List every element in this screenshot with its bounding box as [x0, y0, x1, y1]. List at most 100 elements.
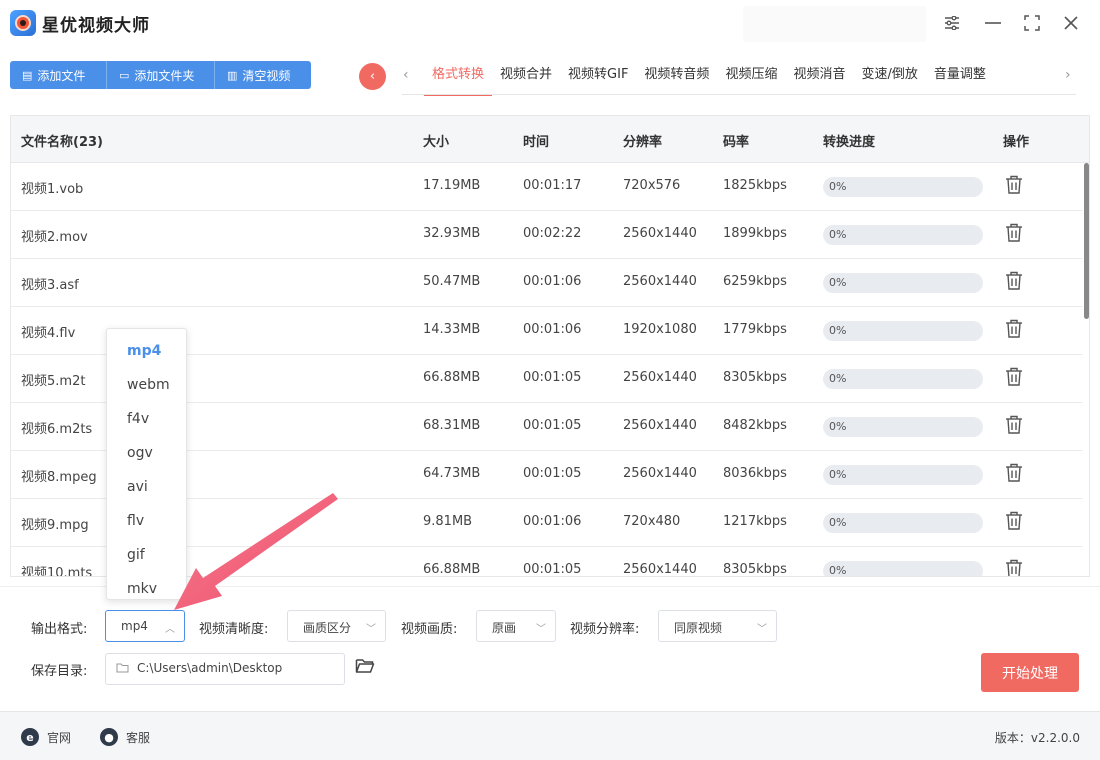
output-format-select[interactable]: mp4 ︿: [105, 610, 185, 642]
cell-resolution: 2560x1440: [623, 370, 697, 385]
tabs-scroll-left-icon[interactable]: ‹: [403, 67, 409, 83]
cell-resolution: 720x480: [623, 514, 681, 529]
format-option-flv[interactable]: flv: [127, 513, 144, 529]
tab-video-mute[interactable]: 视频消音: [785, 58, 853, 96]
progress-text: 0%: [829, 324, 847, 337]
cell-size: 64.73MB: [423, 466, 481, 481]
format-option-mp4[interactable]: mp4: [127, 343, 161, 359]
settings-sliders-icon[interactable]: [939, 10, 965, 36]
delete-trash-icon[interactable]: [1005, 463, 1023, 483]
cell-bitrate: 1779kbps: [723, 322, 787, 337]
cell-file-name: 视频6.m2ts: [21, 422, 93, 437]
cell-resolution: 2560x1440: [623, 562, 697, 577]
delete-trash-icon[interactable]: [1005, 175, 1023, 195]
tab-video-merge[interactable]: 视频合并: [492, 58, 560, 96]
output-format-value: mp4: [121, 619, 148, 633]
clarity-select[interactable]: 画质区分 ﹀: [287, 610, 386, 642]
tab-volume-adjust[interactable]: 音量调整: [926, 58, 994, 96]
delete-trash-icon[interactable]: [1005, 319, 1023, 339]
cell-time: 00:01:06: [523, 322, 582, 337]
cell-resolution: 2560x1440: [623, 226, 697, 241]
tab-format-convert[interactable]: 格式转换: [424, 58, 493, 96]
format-option-f4v[interactable]: f4v: [127, 411, 149, 427]
output-settings-panel: [0, 586, 1100, 710]
col-actions: 操作: [1003, 135, 1030, 150]
progress-text: 0%: [829, 372, 847, 385]
cell-time: 00:01:06: [523, 274, 582, 289]
tab-video-compress[interactable]: 视频压缩: [717, 58, 785, 96]
cell-resolution: 2560x1440: [623, 466, 697, 481]
back-button[interactable]: ‹: [359, 63, 386, 90]
start-processing-button[interactable]: 开始处理: [981, 653, 1079, 692]
delete-trash-icon[interactable]: [1005, 223, 1023, 243]
cell-file-name: 视频9.mpg: [21, 518, 89, 533]
cell-time: 00:01:05: [523, 562, 582, 577]
website-link[interactable]: e 官网: [21, 728, 71, 746]
cell-time: 00:01:06: [523, 514, 582, 529]
progress-bar: 0%: [823, 177, 983, 197]
format-option-avi[interactable]: avi: [127, 479, 148, 495]
format-option-gif[interactable]: gif: [127, 547, 145, 563]
table-row[interactable]: 视频2.mov 32.93MB 00:02:22 2560x1440 1899kbps 0…: [11, 211, 1083, 259]
title-bar: 星优视频大师: [0, 0, 1100, 48]
table-scrollbar[interactable]: [1084, 163, 1089, 576]
maximize-icon[interactable]: [1019, 10, 1045, 36]
progress-bar: 0%: [823, 561, 983, 576]
progress-bar: 0%: [823, 273, 983, 293]
save-dir-label: 保存目录:: [31, 664, 88, 679]
resolution-select[interactable]: 同原视频 ﹀: [658, 610, 777, 642]
cell-file-name: 视频3.asf: [21, 278, 79, 293]
tab-video-to-audio[interactable]: 视频转音频: [636, 58, 717, 96]
tab-speed-reverse[interactable]: 变速/倒放: [853, 58, 925, 96]
add-file-label: 添加文件: [37, 68, 86, 83]
cell-file-name: 视频8.mpeg: [21, 470, 97, 485]
tool-tabs: 格式转换 视频合并 视频转GIF 视频转音频 视频压缩 视频消音 变速/倒放 音…: [424, 58, 994, 96]
clear-videos-label: 清空视频: [242, 68, 291, 83]
add-folder-button[interactable]: ▭ 添加文件夹: [107, 61, 215, 89]
format-option-mkv[interactable]: mkv: [127, 581, 157, 597]
close-icon[interactable]: [1058, 10, 1084, 36]
cell-resolution: 2560x1440: [623, 274, 697, 289]
add-file-button[interactable]: ▤ 添加文件: [10, 61, 107, 89]
delete-trash-icon[interactable]: [1005, 559, 1023, 577]
cell-file-name: 视频2.mov: [21, 230, 88, 245]
footer-bar: e 官网 ● 客服 版本：v2.2.0.0: [0, 711, 1100, 760]
quality-select[interactable]: 原画 ﹀: [476, 610, 556, 642]
scrollbar-thumb[interactable]: [1084, 163, 1089, 319]
cell-size: 68.31MB: [423, 418, 481, 433]
support-link[interactable]: ● 客服: [100, 728, 150, 746]
format-option-webm[interactable]: webm: [127, 377, 170, 393]
delete-trash-icon[interactable]: [1005, 367, 1023, 387]
folder-outline-icon: [116, 663, 129, 673]
clear-videos-button[interactable]: ▥ 清空视频: [215, 61, 311, 89]
col-size: 大小: [423, 135, 450, 150]
cell-time: 00:01:05: [523, 370, 582, 385]
folder-icon: ▭: [119, 68, 130, 82]
delete-trash-icon[interactable]: [1005, 511, 1023, 531]
chevron-down-icon: ﹀: [366, 624, 376, 635]
website-label: 官网: [47, 730, 72, 745]
table-row[interactable]: 视频3.asf 50.47MB 00:01:06 2560x1440 6259kbps 0…: [11, 259, 1083, 307]
tabs-scroll-right-icon[interactable]: ›: [1065, 67, 1071, 83]
browse-folder-icon[interactable]: [355, 657, 375, 677]
cell-bitrate: 1825kbps: [723, 178, 787, 193]
progress-bar: 0%: [823, 513, 983, 533]
cell-time: 00:01:17: [523, 178, 582, 193]
quality-value: 原画: [492, 621, 517, 635]
delete-trash-icon[interactable]: [1005, 415, 1023, 435]
cell-size: 17.19MB: [423, 178, 481, 193]
table-row[interactable]: 视频1.vob 17.19MB 00:01:17 720x576 1825kbps 0%: [11, 163, 1083, 211]
progress-text: 0%: [829, 468, 847, 481]
progress-text: 0%: [829, 276, 847, 289]
delete-trash-icon[interactable]: [1005, 271, 1023, 291]
save-dir-input[interactable]: C:\Users\admin\Desktop: [105, 653, 345, 685]
minimize-icon[interactable]: [980, 10, 1006, 36]
cell-file-name: 视频1.vob: [21, 182, 84, 197]
progress-bar: 0%: [823, 417, 983, 437]
chat-bubble-icon: ●: [100, 728, 118, 746]
quality-label: 视频画质:: [401, 622, 458, 637]
progress-text: 0%: [829, 228, 847, 241]
tab-video-to-gif[interactable]: 视频转GIF: [560, 58, 636, 96]
cell-size: 50.47MB: [423, 274, 481, 289]
format-option-ogv[interactable]: ogv: [127, 445, 153, 461]
